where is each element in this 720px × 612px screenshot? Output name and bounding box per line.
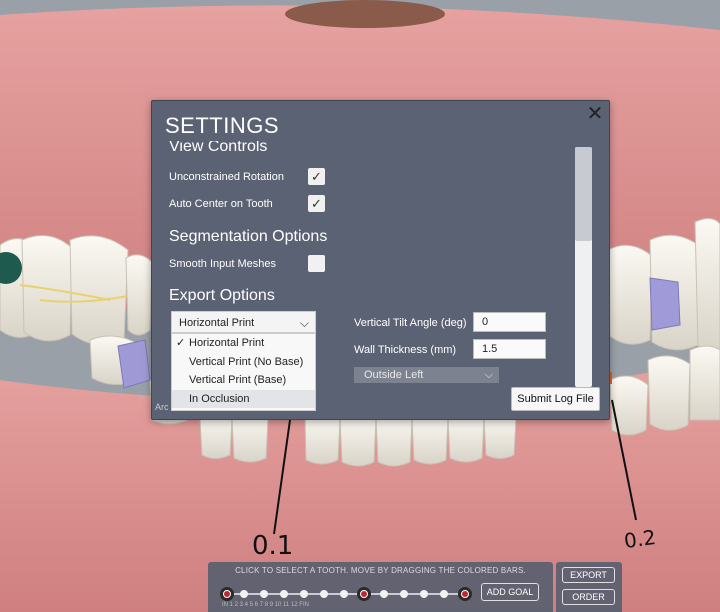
export-option-horizontal-print[interactable]: Horizontal Print <box>172 334 315 353</box>
unconstrained-rotation-checkbox[interactable]: ✓ <box>308 168 325 185</box>
export-mode-selected-value: Horizontal Print <box>179 317 255 329</box>
step-dot[interactable] <box>300 590 308 598</box>
chevron-down-icon: ⌵ <box>299 316 309 330</box>
truncated-option-label: Arc <box>155 402 169 411</box>
step-dot[interactable] <box>340 590 348 598</box>
wall-thickness-input[interactable]: 1.5 <box>473 339 546 359</box>
measurement-label-right: 0.2 <box>622 524 658 554</box>
scrollbar-thumb[interactable] <box>575 147 592 241</box>
submit-log-file-button[interactable]: Submit Log File <box>511 387 600 411</box>
checkmark-icon: ✓ <box>311 169 322 184</box>
step-dot[interactable] <box>400 590 408 598</box>
treatment-goal-bar: CLICK TO SELECT A TOOTH. MOVE BY DRAGGIN… <box>208 562 553 612</box>
treatment-step-track[interactable] <box>220 587 473 601</box>
auto-center-on-tooth-label: Auto Center on Tooth <box>169 198 273 210</box>
step-dot[interactable] <box>420 590 428 598</box>
export-button[interactable]: EXPORT <box>562 567 615 583</box>
step-dot[interactable] <box>260 590 268 598</box>
step-dot[interactable] <box>320 590 328 598</box>
step-dot[interactable] <box>440 590 448 598</box>
segmentation-options-heading: Segmentation Options <box>169 228 328 245</box>
order-button[interactable]: ORDER <box>562 589 615 605</box>
smooth-input-meshes-label: Smooth Input Meshes <box>169 258 277 270</box>
step-dot[interactable] <box>280 590 288 598</box>
step-dot-final[interactable] <box>458 587 472 601</box>
vertical-tilt-angle-label: Vertical Tilt Angle (deg) <box>354 317 467 329</box>
settings-dialog: SETTINGS ✕ View Controls Unconstrained R… <box>151 100 610 420</box>
settings-scroll-area[interactable]: View Controls Unconstrained Rotation ✓ A… <box>152 141 572 411</box>
position-select[interactable]: Outside Left ⌵ <box>354 367 499 383</box>
settings-title: SETTINGS <box>165 113 280 138</box>
step-dot-goal[interactable] <box>357 587 371 601</box>
export-option-vertical-print-base[interactable]: Vertical Print (Base) <box>172 371 315 390</box>
export-mode-options-list: Horizontal Print Vertical Print (No Base… <box>171 333 316 411</box>
position-selected-value: Outside Left <box>364 369 424 381</box>
goal-bar-hint: CLICK TO SELECT A TOOTH. MOVE BY DRAGGIN… <box>235 566 526 575</box>
step-dot[interactable] <box>240 590 248 598</box>
auto-center-on-tooth-checkbox[interactable]: ✓ <box>308 195 325 212</box>
step-dot-initial[interactable] <box>220 587 234 601</box>
view-controls-heading: View Controls <box>169 141 268 155</box>
checkmark-icon: ✓ <box>311 196 322 211</box>
vertical-tilt-angle-input[interactable]: 0 <box>473 312 546 332</box>
close-icon[interactable]: ✕ <box>585 104 605 124</box>
export-option-vertical-print-no-base[interactable]: Vertical Print (No Base) <box>172 353 315 372</box>
add-goal-button[interactable]: ADD GOAL <box>481 583 539 601</box>
export-mode-select[interactable]: Horizontal Print ⌵ <box>171 311 316 333</box>
step-tick-labels: IN 1 2 3 4 5 6 7 8 9 10 11 12 FIN <box>222 602 309 608</box>
export-option-in-occlusion[interactable]: In Occlusion <box>172 389 315 408</box>
export-options-heading: Export Options <box>169 287 275 304</box>
chevron-down-icon: ⌵ <box>484 369 493 381</box>
unconstrained-rotation-label: Unconstrained Rotation <box>169 171 284 183</box>
settings-scrollbar[interactable] <box>575 147 592 387</box>
smooth-input-meshes-checkbox[interactable] <box>308 255 325 272</box>
measurement-label-left: 0.1 <box>252 531 294 561</box>
wall-thickness-label: Wall Thickness (mm) <box>354 344 457 356</box>
step-dot[interactable] <box>380 590 388 598</box>
action-panel: EXPORT ORDER <box>556 562 622 612</box>
